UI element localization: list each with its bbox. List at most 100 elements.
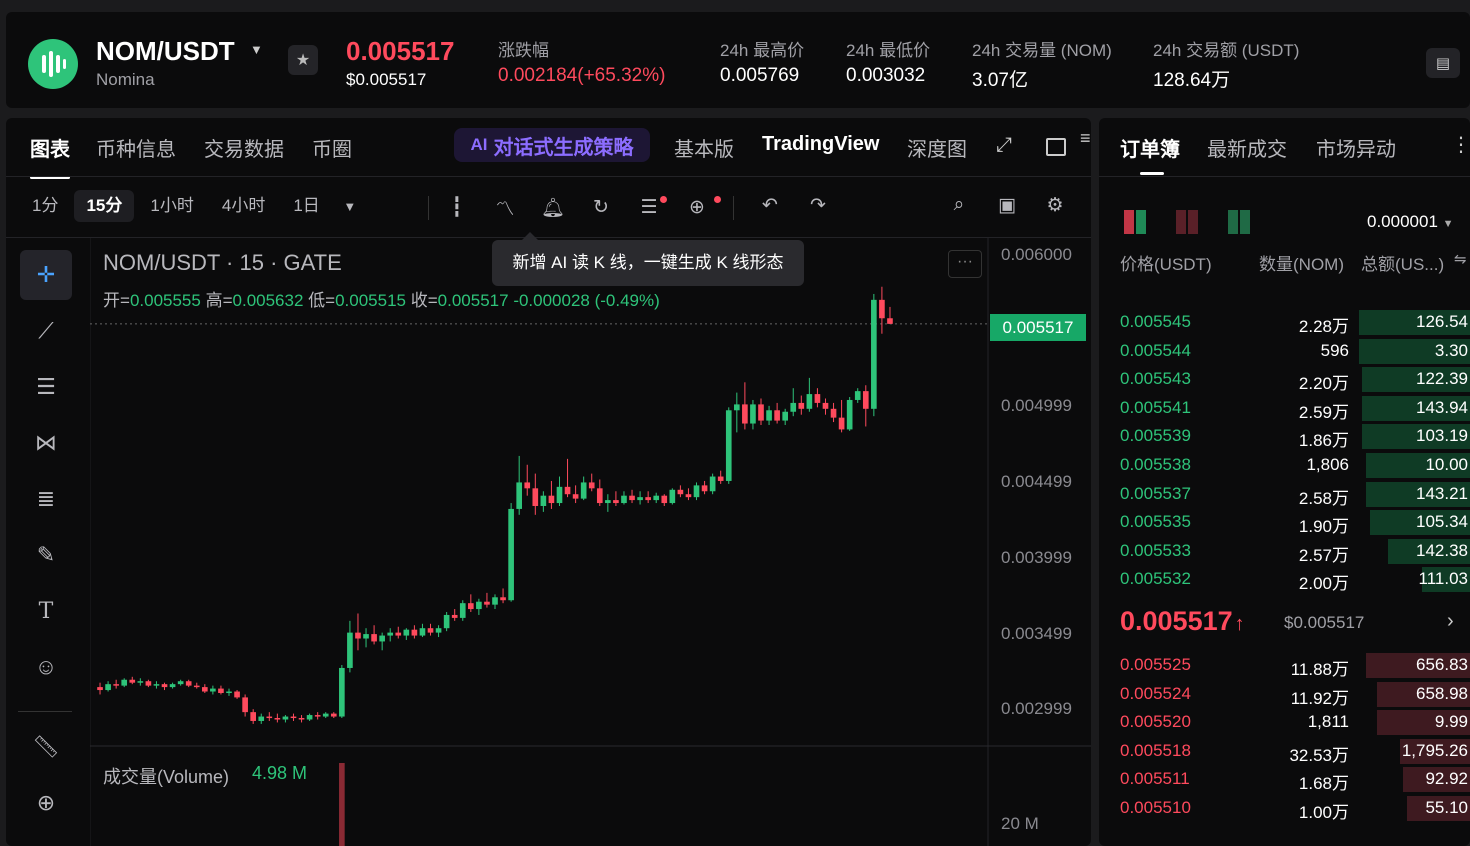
gear-icon[interactable]: ⚙ [1041,194,1069,217]
candle-body [201,687,208,692]
ask-total: 10.00 [1425,455,1468,474]
candle-body [580,482,587,499]
alert-bell-icon[interactable]: 🔔︎ [539,196,567,220]
bid-row[interactable]: 0.005525 11.88万 656.83 [1099,651,1470,679]
ask-row[interactable]: 0.005541 2.59万 143.94 [1099,394,1470,422]
change-label: 涨跌幅 [498,41,549,60]
layout-bids-icon[interactable] [1228,210,1250,234]
bid-row[interactable]: 0.005518 32.53万 1,795.26 [1099,737,1470,765]
candlestick-type-icon[interactable]: ┇ [443,196,471,219]
ask-row[interactable]: 0.005544 596 3.30 [1099,337,1470,365]
ask-row[interactable]: 0.005533 2.57万 142.38 [1099,537,1470,565]
brush-icon[interactable]: ✎ [20,530,72,580]
tab-market-moves[interactable]: 市场异动 [1316,133,1396,162]
text-tool-icon[interactable]: T [20,586,72,636]
candle-body [758,404,764,421]
camera-icon[interactable]: ▣ [993,194,1021,217]
ruler-icon[interactable]: 📏︎ [20,722,72,772]
view-tradingview[interactable]: TradingView [762,133,879,156]
col-qty: 数量(NOM) [1259,255,1344,274]
candle-body [153,684,160,686]
chevron-right-icon[interactable]: › [1447,610,1454,633]
candle-body [137,681,144,683]
add-plus-icon[interactable]: ⊕ [683,196,721,219]
ask-row[interactable]: 0.005532 2.00万 111.03 [1099,565,1470,593]
tf-1h[interactable]: 1小时 [138,190,205,222]
ask-row[interactable]: 0.005545 2.28万 126.54 [1099,308,1470,336]
candle-body [661,495,668,504]
ai-kline-icon[interactable]: ☰ [635,196,667,219]
candle-body [363,634,369,639]
candle-body [613,500,619,504]
indicators-icon[interactable]: 〽 [491,194,519,221]
candle-body [862,391,869,409]
search-icon[interactable]: ⌕ [945,194,973,216]
book-icon[interactable]: ▤ [1426,48,1460,78]
candle-body [467,603,474,610]
ask-total: 105.34 [1416,512,1468,532]
candle-body [314,715,321,717]
layout-both-icon[interactable] [1124,210,1146,234]
candle-body [653,495,660,501]
redo-icon[interactable]: ↷ [804,194,832,217]
layout-asks-icon[interactable] [1176,210,1198,234]
ask-row[interactable]: 0.005543 2.20万 122.39 [1099,365,1470,393]
bid-row[interactable]: 0.005524 11.92万 658.98 [1099,680,1470,708]
menu-icon[interactable]: ≡ [1080,128,1091,149]
tab-community[interactable]: 币圈 [312,133,352,162]
horizontal-lines-icon[interactable]: ☰ [20,362,72,412]
candle-body [177,681,184,685]
crosshair-icon[interactable]: ✛ [20,250,72,300]
zoom-in-icon[interactable]: ⊕ [20,778,72,828]
precision-select[interactable]: 0.000001 ▼ [1367,212,1454,232]
view-basic[interactable]: 基本版 [674,133,734,162]
price-chart[interactable] [90,238,1091,846]
current-price-tag: 0.005517 [990,314,1086,341]
tab-latest-trades[interactable]: 最新成交 [1207,133,1287,162]
tf-1d[interactable]: 1日 [281,190,331,222]
ask-row[interactable]: 0.005535 1.90万 105.34 [1099,508,1470,536]
candle-body [742,404,748,424]
ask-row[interactable]: 0.005538 1,806 10.00 [1099,451,1470,479]
tab-chart[interactable]: 图表 [30,133,70,179]
orderbook-last-usd: $0.005517 [1284,613,1365,632]
ai-strategy-button[interactable]: AI 对话式生成策略 [454,128,650,162]
tf-1m[interactable]: 1分 [20,190,70,222]
candle-body [733,404,740,411]
fullscreen-icon[interactable]: ⤢ [996,134,1012,157]
orderbook-last-price: 0.005517 ↑ [1120,606,1245,636]
chevron-down-icon[interactable]: ▼ [336,199,364,214]
bid-price: 0.005518 [1120,740,1191,760]
undo-icon[interactable]: ↶ [756,194,784,217]
ask-price: 0.005538 [1120,455,1191,474]
bid-row[interactable]: 0.005511 1.68万 92.92 [1099,765,1470,793]
candle-body [516,482,523,509]
ask-row[interactable]: 0.005539 1.86万 103.19 [1099,422,1470,450]
bid-row[interactable]: 0.005520 1,811 9.99 [1099,708,1470,736]
candle-body [685,494,692,498]
tab-trade-data[interactable]: 交易数据 [204,133,284,162]
candle-body [524,482,531,489]
trend-line-icon[interactable]: ⟋ [20,306,72,356]
more-options-button[interactable]: ··· [948,250,982,278]
replay-icon[interactable]: ↻ [587,196,615,219]
bid-row[interactable]: 0.005510 1.00万 55.10 [1099,794,1470,822]
swap-icon[interactable]: ⇋ [1454,250,1467,268]
candle-body [427,628,434,633]
tf-4h[interactable]: 4小时 [210,190,277,222]
tab-coin-info[interactable]: 币种信息 [96,133,176,162]
window-icon[interactable] [1046,138,1066,156]
pair-name[interactable]: NOM/USDT [96,36,235,67]
chevron-down-icon[interactable]: ▼ [250,42,263,57]
more-vertical-icon[interactable]: ⋮ [1451,132,1470,157]
candle-body [258,716,265,721]
favorite-star-icon[interactable]: ★ [288,45,318,75]
fib-icon[interactable]: ≣ [20,474,72,524]
view-depth[interactable]: 深度图 [907,133,967,162]
ask-row[interactable]: 0.005537 2.58万 143.21 [1099,480,1470,508]
chart-symbol: NOM/USDT · 15 · GATE [103,250,342,275]
pattern-icon[interactable]: ⋈ [20,418,72,468]
emoji-icon[interactable]: ☺ [20,642,72,692]
tab-orderbook[interactable]: 订单簿 [1120,133,1180,162]
tf-15m[interactable]: 15分 [74,190,135,222]
